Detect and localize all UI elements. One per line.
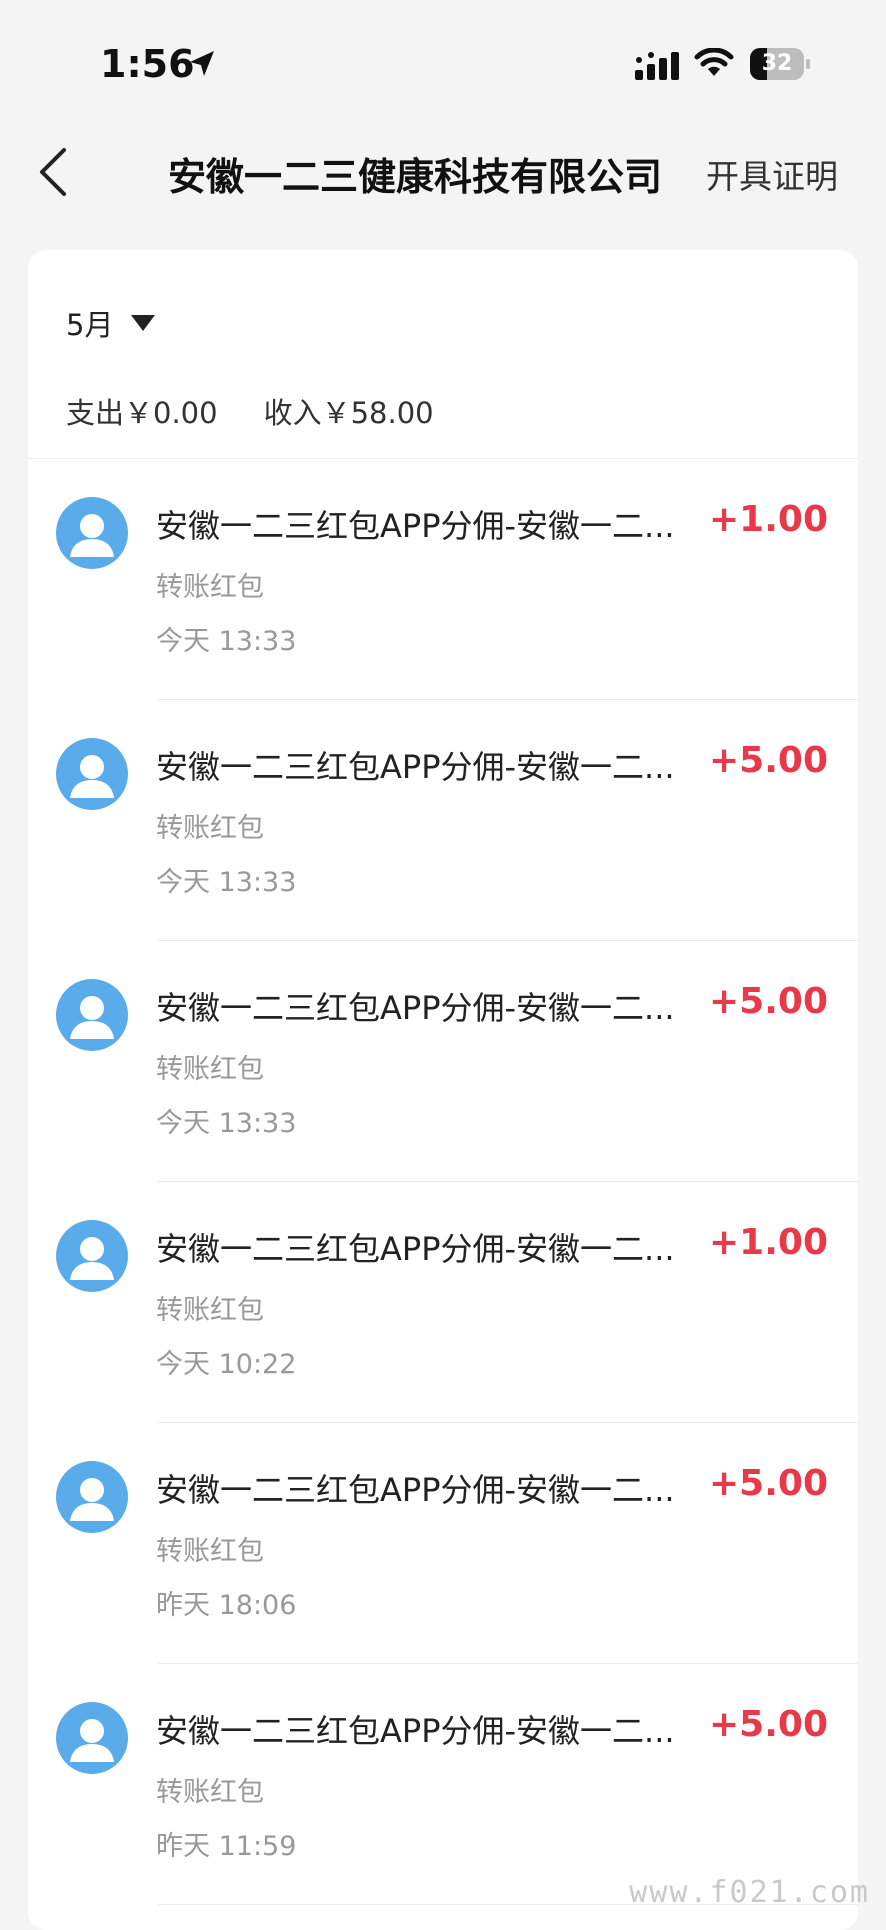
transaction-type: 转账红包 — [156, 1777, 264, 1808]
user-icon — [70, 996, 114, 1039]
battery-level: 32 — [761, 51, 793, 76]
transaction-time: 今天 13:33 — [156, 626, 297, 657]
transaction-amount: +5.00 — [709, 740, 828, 781]
transaction-time: 昨天 18:06 — [156, 1590, 297, 1621]
avatar — [56, 1461, 128, 1533]
transaction-row[interactable]: 安徽一二三红包APP分佣-安徽一二... +5.00 转账红包 今天 13:33 — [28, 700, 858, 941]
user-icon — [70, 755, 114, 798]
avatar — [56, 979, 128, 1051]
transaction-time: 今天 13:33 — [156, 867, 297, 898]
transaction-time: 今天 13:33 — [156, 1108, 297, 1139]
income-total: 收入￥58.00 — [263, 396, 434, 430]
transaction-title: 安徽一二三红包APP分佣-安徽一二... — [156, 1471, 675, 1509]
month-filter[interactable]: 5月 — [66, 302, 113, 344]
bill-card: 5月 支出￥0.00 收入￥58.00 安徽一二三红包APP分佣-安徽一二... … — [28, 250, 858, 1930]
page-title: 安徽一二三健康科技有限公司 — [168, 155, 663, 199]
transaction-amount: +5.00 — [709, 1463, 828, 1504]
transaction-amount: +5.00 — [709, 981, 828, 1022]
transaction-title: 安徽一二三红包APP分佣-安徽一二... — [156, 989, 675, 1027]
transaction-row[interactable]: 安徽一二三红包APP分佣-安徽一二... +5.00 转账红包 今天 13:33 — [28, 941, 858, 1182]
location-arrow-icon — [190, 51, 214, 76]
month-summary: 支出￥0.00 收入￥58.00 — [66, 390, 434, 432]
transaction-title: 安徽一二三红包APP分佣-安徽一二... — [156, 1230, 675, 1268]
avatar — [56, 497, 128, 569]
user-icon — [70, 1719, 114, 1762]
transaction-type: 转账红包 — [156, 572, 264, 603]
caret-down-icon[interactable] — [130, 314, 156, 332]
expense-total: 支出￥0.00 — [66, 396, 218, 430]
transaction-title: 安徽一二三红包APP分佣-安徽一二... — [156, 1712, 675, 1750]
user-icon — [70, 514, 114, 557]
user-icon — [70, 1237, 114, 1280]
transaction-type: 转账红包 — [156, 1054, 264, 1085]
transaction-amount: +5.00 — [709, 1704, 828, 1745]
transaction-row[interactable]: 安徽一二三红包APP分佣-安徽一二... +1.00 转账红包 今天 10:22 — [28, 1182, 858, 1423]
watermark: www.f021.com — [629, 1875, 870, 1910]
avatar — [56, 1702, 128, 1774]
transaction-row[interactable]: 安徽一二三红包APP分佣-安徽一二... +5.00 转账红包 昨天 18:06 — [28, 1423, 858, 1664]
transaction-row[interactable]: 安徽一二三红包APP分佣-安徽一二... +5.00 转账红包 昨天 11:59 — [28, 1664, 858, 1905]
transaction-type: 转账红包 — [156, 813, 264, 844]
transaction-title: 安徽一二三红包APP分佣-安徽一二... — [156, 748, 675, 786]
avatar — [56, 1220, 128, 1292]
transaction-type: 转账红包 — [156, 1295, 264, 1326]
transaction-title: 安徽一二三红包APP分佣-安徽一二... — [156, 507, 675, 545]
cellular-signal-icon — [635, 52, 679, 80]
nav-bar: 安徽一二三健康科技有限公司 开具证明 — [0, 120, 886, 220]
transaction-type: 转账红包 — [156, 1536, 264, 1567]
transaction-row[interactable]: 安徽一二三红包APP分佣-安徽一二... +1.00 转账红包 今天 13:33 — [28, 459, 858, 700]
wifi-icon — [694, 48, 734, 76]
transaction-time: 今天 10:22 — [156, 1349, 297, 1380]
battery-icon: 32 — [750, 48, 810, 80]
transaction-time: 昨天 11:59 — [156, 1831, 297, 1862]
transaction-list: 安徽一二三红包APP分佣-安徽一二... +1.00 转账红包 今天 13:33… — [28, 459, 858, 1905]
chevron-left-icon[interactable] — [34, 146, 74, 198]
issue-certificate-button[interactable]: 开具证明 — [706, 150, 838, 198]
avatar — [56, 738, 128, 810]
user-icon — [70, 1478, 114, 1521]
status-time: 1:56 — [100, 42, 195, 86]
status-bar: 1:56 32 — [0, 0, 886, 120]
transaction-amount: +1.00 — [709, 1222, 828, 1263]
transaction-amount: +1.00 — [709, 499, 828, 540]
